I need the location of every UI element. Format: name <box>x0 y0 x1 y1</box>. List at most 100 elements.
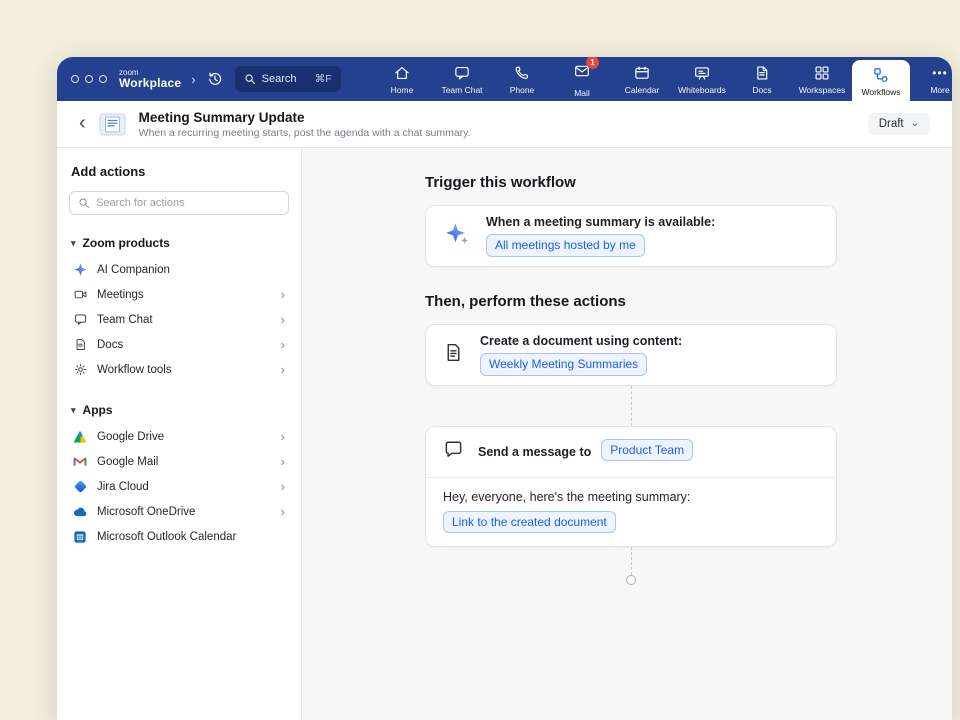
search-icon <box>244 73 256 85</box>
sidebar-item-google-mail[interactable]: Google Mail › <box>69 449 289 474</box>
whiteboard-icon <box>693 64 711 82</box>
nav-item-home[interactable]: Home <box>372 57 432 101</box>
nav-item-team-chat[interactable]: Team Chat <box>432 57 492 101</box>
message-body-text: Hey, everyone, here's the meeting summar… <box>443 490 819 504</box>
chevron-right-icon: › <box>281 313 285 326</box>
document-icon <box>753 64 771 82</box>
actions-search-box[interactable] <box>69 191 289 215</box>
workflow-canvas: Trigger this workflow <box>302 148 952 720</box>
chevron-right-icon: › <box>281 430 285 443</box>
search-icon <box>78 197 90 209</box>
chat-bubble-icon <box>453 64 471 82</box>
ai-sparkle-icon <box>443 220 470 252</box>
meeting-summary-doc-icon <box>99 113 126 136</box>
search-label: Search <box>262 73 309 85</box>
send-message-card[interactable]: Send a message to Product Team Hey, ever… <box>425 426 837 548</box>
nav-item-workflows[interactable]: Workflows <box>852 60 910 101</box>
actions-search-input[interactable] <box>96 197 280 209</box>
workflow-subtitle: When a recurring meeting starts, post th… <box>139 127 471 139</box>
app-window: zoom Workplace › Search ⌘F Home <box>57 57 952 720</box>
history-button[interactable] <box>203 67 227 91</box>
nav-item-workspaces[interactable]: Workspaces <box>792 57 852 101</box>
window-control-dots <box>71 75 107 83</box>
main-area: Add actions ▾ Zoom products <box>57 148 952 720</box>
sidebar-item-label: Microsoft Outlook Calendar <box>97 531 236 543</box>
triangle-down-icon: ▾ <box>71 238 76 249</box>
chat-bubble-icon <box>72 312 88 328</box>
chevron-right-icon: › <box>281 338 285 351</box>
grid-icon <box>813 64 831 82</box>
sidebar-item-team-chat[interactable]: Team Chat › <box>69 307 289 332</box>
video-camera-icon <box>72 287 88 303</box>
nav-items: Home Team Chat Phone 1 <box>372 57 942 101</box>
document-link-pill[interactable]: Link to the created document <box>443 511 616 534</box>
sidebar-item-google-drive[interactable]: Google Drive › <box>69 424 289 449</box>
calendar-icon <box>633 64 651 82</box>
sidebar-item-meetings[interactable]: Meetings › <box>69 282 289 307</box>
sidebar-item-ai-companion[interactable]: AI Companion <box>69 257 289 282</box>
doc-content-pill[interactable]: Weekly Meeting Summaries <box>480 353 647 376</box>
nav-item-label: Home <box>391 85 414 95</box>
workflow-title-block: Meeting Summary Update When a recurring … <box>139 110 471 139</box>
more-dots-icon: ••• <box>932 64 948 82</box>
nav-item-label: Workspaces <box>799 85 846 95</box>
trigger-scope-pill[interactable]: All meetings hosted by me <box>486 234 645 257</box>
nav-item-label: Docs <box>752 85 771 95</box>
back-button[interactable]: ‹ <box>79 113 86 133</box>
doc-thumbnail-icon <box>99 113 126 136</box>
sidebar-item-docs[interactable]: Docs › <box>69 332 289 357</box>
chevron-right-icon: › <box>281 455 285 468</box>
nav-item-label: Team Chat <box>441 85 482 95</box>
search-shortcut: ⌘F <box>315 73 332 85</box>
nav-item-label: More <box>930 85 949 95</box>
chevron-right-icon[interactable]: › <box>191 72 195 87</box>
recipient-pill[interactable]: Product Team <box>601 439 693 462</box>
draft-status-dropdown[interactable]: Draft ⌄ <box>868 113 930 135</box>
home-icon <box>393 64 411 82</box>
nav-item-mail[interactable]: 1 Mail <box>552 57 612 101</box>
create-document-card[interactable]: Create a document using content: Weekly … <box>425 324 837 386</box>
sparkle-icon <box>72 262 88 278</box>
chevron-right-icon: › <box>281 480 285 493</box>
trigger-card[interactable]: When a meeting summary is available: All… <box>425 205 837 267</box>
sidebar-title: Add actions <box>71 164 289 179</box>
actions-sidebar: Add actions ▾ Zoom products <box>57 148 302 720</box>
connector-line <box>425 547 837 575</box>
sidebar-item-label: Team Chat <box>97 314 153 326</box>
trigger-heading: Trigger this workflow <box>425 174 837 191</box>
sidebar-item-microsoft-outlook-calendar[interactable]: Microsoft Outlook Calendar <box>69 524 289 549</box>
workflow-header: ‹ Meeting Summary Update When a recurrin… <box>57 101 952 148</box>
sidebar-item-microsoft-onedrive[interactable]: Microsoft OneDrive › <box>69 499 289 524</box>
nav-item-calendar[interactable]: Calendar <box>612 57 672 101</box>
gmail-icon <box>72 454 88 470</box>
chevron-down-icon: ⌄ <box>911 121 919 127</box>
connector-line <box>425 386 837 426</box>
section-apps[interactable]: ▾ Apps <box>71 403 289 417</box>
sidebar-item-workflow-tools[interactable]: Workflow tools › <box>69 357 289 382</box>
triangle-down-icon: ▾ <box>71 405 76 416</box>
nav-item-whiteboards[interactable]: Whiteboards <box>672 57 732 101</box>
workflow-icon <box>872 66 890 84</box>
add-step-node[interactable] <box>626 575 636 585</box>
chat-bubble-icon <box>443 439 464 465</box>
window-dot-icon <box>71 75 79 83</box>
window-dot-icon <box>85 75 93 83</box>
google-drive-icon <box>72 429 88 445</box>
nav-item-docs[interactable]: Docs <box>732 57 792 101</box>
chevron-right-icon: › <box>281 505 285 518</box>
sidebar-item-jira-cloud[interactable]: Jira Cloud › <box>69 474 289 499</box>
onedrive-icon <box>72 504 88 520</box>
section-label: Zoom products <box>83 236 170 250</box>
sidebar-item-label: Google Mail <box>97 456 158 468</box>
nav-item-label: Calendar <box>625 85 660 95</box>
section-zoom-products[interactable]: ▾ Zoom products <box>71 236 289 250</box>
sidebar-item-label: Workflow tools <box>97 364 172 376</box>
global-search-input[interactable]: Search ⌘F <box>235 66 341 92</box>
nav-item-phone[interactable]: Phone <box>492 57 552 101</box>
actions-heading: Then, perform these actions <box>425 293 837 310</box>
nav-item-more[interactable]: ••• More <box>910 57 952 101</box>
chevron-right-icon: › <box>281 363 285 376</box>
nav-item-label: Mail <box>574 88 590 98</box>
nav-item-label: Workflows <box>861 87 900 97</box>
mail-icon-wrapper: 1 <box>573 62 591 85</box>
